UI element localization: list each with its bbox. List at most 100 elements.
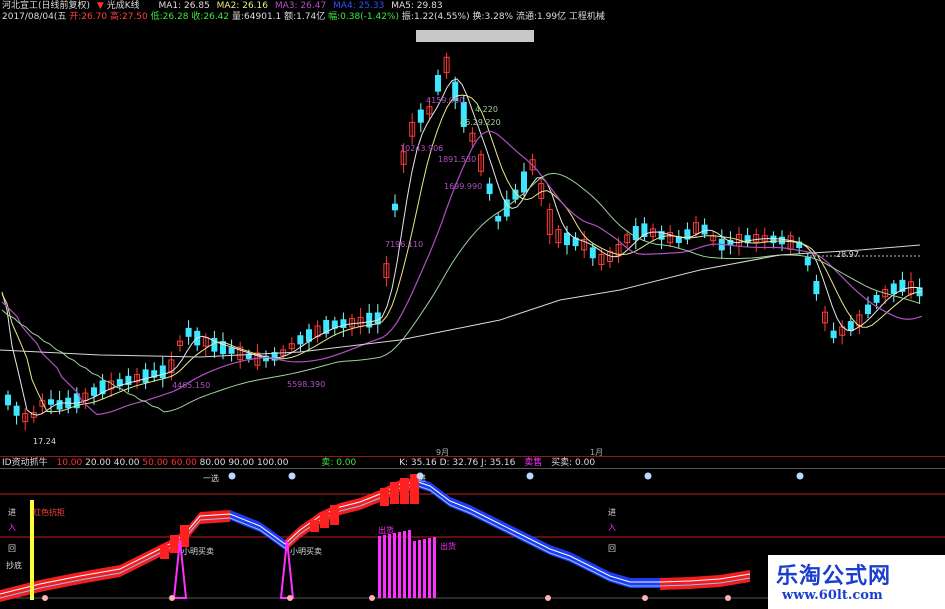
ma2-line xyxy=(1,94,923,413)
ma1-value: MA1: 26.85 xyxy=(158,1,210,11)
ma3-value: MA3: 26.47 xyxy=(274,1,327,11)
mid-note-1: 小明买卖 xyxy=(182,547,214,556)
buy-signal-bar xyxy=(408,530,411,598)
level-6: 80.00 xyxy=(199,458,226,468)
level-4: 50.00 xyxy=(142,458,169,468)
buy-signal-bar xyxy=(398,532,401,598)
kline-chart[interactable] xyxy=(0,0,945,609)
candle-body xyxy=(91,387,97,396)
rise-block xyxy=(160,545,169,559)
k-value: K: 35.16 xyxy=(399,458,437,468)
level-3: 40.00 xyxy=(113,458,140,468)
select-dot xyxy=(228,472,236,480)
low-price-label: 17.24 xyxy=(33,437,56,446)
quote-amount: 额:1.74亿 xyxy=(284,12,326,22)
ma5-value: MA5: 29.83 xyxy=(391,1,443,11)
rise-block xyxy=(380,488,389,506)
buy-signal-bar xyxy=(433,537,436,598)
candle-body xyxy=(847,321,854,332)
right-in-label-2: 入 xyxy=(608,523,616,532)
mid-note-2: 小明买卖 xyxy=(290,547,322,556)
level-7: 90.00 xyxy=(228,458,255,468)
price-label-5: 1891.530 xyxy=(438,155,477,164)
price-label-7: 4159.000 xyxy=(426,96,465,105)
indicator-name: 光成K线 xyxy=(106,1,140,11)
quote-close: 收:26.42 xyxy=(191,12,230,22)
quote-change: 幅:0.38(-1.42%) xyxy=(328,12,400,22)
sell-tag: 卖售 xyxy=(524,458,543,468)
ma3-line xyxy=(1,130,923,416)
rise-block xyxy=(390,482,399,504)
price-label-4: 10243.906 xyxy=(400,144,444,153)
buy-signal-bar xyxy=(428,538,431,598)
sell-value: 买卖: 0.00 xyxy=(551,458,596,468)
level-2: 20.00 xyxy=(85,458,111,468)
candle-body xyxy=(159,365,166,379)
rise-block xyxy=(170,535,179,553)
kdj-rise-segment xyxy=(120,550,150,577)
quote-low: 低:26.28 xyxy=(150,12,189,22)
indicator-header: ID资动抓牛 10.00 20.00 40.00 50.00 60.00 80.… xyxy=(2,458,595,468)
candle-body xyxy=(495,215,502,222)
level-5: 60.00 xyxy=(171,458,197,468)
candle-body xyxy=(589,247,596,259)
buy-signal-bar xyxy=(403,531,406,598)
kdj-rise-segment xyxy=(690,575,720,589)
candle-body xyxy=(813,281,820,295)
buy-tag-2: 出货 xyxy=(440,542,456,551)
level-1: 10.00 xyxy=(56,458,83,468)
candle-body xyxy=(865,304,871,315)
bottom-dot xyxy=(42,595,48,601)
quote-row: 2017/08/04(五 开:26.70 高:27.50 低:26.28 收:2… xyxy=(2,12,605,22)
candle-body xyxy=(392,203,398,211)
bottom-dot xyxy=(725,595,731,601)
kdj-rise-segment xyxy=(360,490,380,510)
candle-body xyxy=(486,183,493,195)
watermark-cn: 乐淘公式网 xyxy=(776,563,892,589)
chao-label: 抄底 xyxy=(6,561,22,570)
buy-signal-bar xyxy=(393,533,396,598)
kdj-rise-segment xyxy=(200,510,230,524)
red-note: 红色抗拒 xyxy=(33,508,65,517)
crosshair-tooltip xyxy=(416,30,534,42)
buy-value: 卖: 0.00 xyxy=(321,458,357,468)
candle-body xyxy=(564,232,570,246)
rise-block xyxy=(400,478,409,504)
j-value: J: 35.16 xyxy=(481,458,516,468)
kdj-rise-segment xyxy=(40,572,80,592)
candle-body xyxy=(873,295,880,303)
out-label: 回 xyxy=(8,544,16,553)
in-label-2: 入 xyxy=(8,523,16,532)
candle-body xyxy=(228,347,235,354)
select-label: 一选 xyxy=(203,474,219,483)
candle-body xyxy=(185,327,192,337)
price-label-1: 4465.150 xyxy=(172,381,211,390)
bottom-dot xyxy=(287,595,293,601)
candle-body xyxy=(297,335,304,345)
candle-body xyxy=(5,394,11,406)
buy-signal-bar xyxy=(388,534,391,598)
quote-amplitude: 振:1.22(4.55%) xyxy=(401,12,470,22)
right-in-label: 进 xyxy=(608,508,616,517)
candle-body xyxy=(306,329,312,342)
quote-high: 高:27.50 xyxy=(109,12,148,22)
price-label-10: 28.97 xyxy=(836,250,859,259)
select-dot xyxy=(288,472,296,480)
candle-body xyxy=(830,330,837,339)
ma2-value: MA2: 26.16 xyxy=(216,1,268,11)
indicator-icon: ▼ xyxy=(96,1,104,11)
panel-divider xyxy=(0,456,945,457)
quote-date: 2017/08/04(五 xyxy=(2,12,67,22)
rise-block xyxy=(330,505,339,525)
quote-industry: 工程机械 xyxy=(568,12,605,22)
watermark-box: 乐淘公式网 www.60lt.com xyxy=(768,555,945,609)
stock-name: 河北宣工(日线前复权) xyxy=(2,1,91,11)
rise-block xyxy=(310,520,319,532)
watermark-url: www.60lt.com xyxy=(782,588,883,603)
title-row: 河北宣工(日线前复权) ▼ 光成K线 MA1: 26.85 MA2: 26.16… xyxy=(2,1,443,11)
indicator-title: ID资动抓牛 xyxy=(2,458,48,468)
buy-signal-bar xyxy=(413,541,416,598)
quote-float-cap: 流通:1.99亿 xyxy=(515,12,567,22)
buy-tag-1: 出货 xyxy=(378,526,394,535)
candle-body xyxy=(521,171,527,193)
